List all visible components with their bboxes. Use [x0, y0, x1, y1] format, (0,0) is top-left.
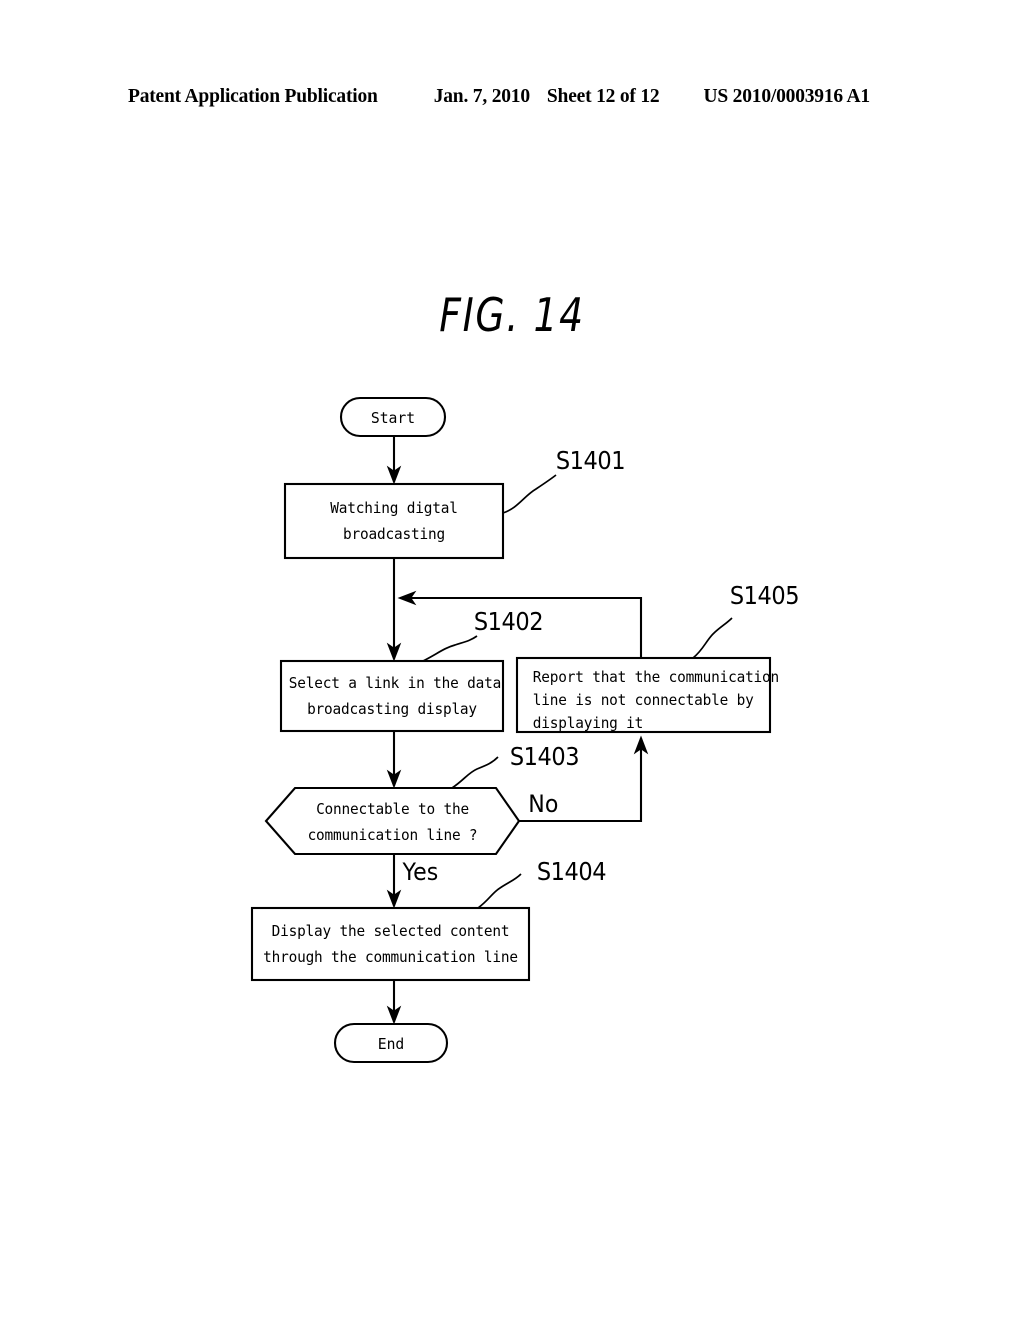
node-s1402-label-line1: Select a link in the data — [288, 674, 502, 692]
node-s1404-label-line1: Display the selected content — [271, 922, 510, 940]
step-label-s1401: S1401 — [555, 446, 626, 475]
branch-label-no: No — [528, 790, 559, 818]
leader-s1405 — [692, 617, 733, 659]
node-s1401-label-line1: Watching digtal — [330, 499, 458, 517]
node-s1403-label-line2: communication line ? — [307, 826, 478, 844]
patent-page: Patent Application Publication Jan. 7, 2… — [0, 0, 1024, 1320]
leader-s1402 — [422, 635, 478, 662]
step-label-s1403: S1403 — [509, 742, 580, 771]
node-s1405-label-line3: displaying it — [532, 714, 644, 732]
node-s1404-label-line2: through the communication line — [263, 948, 518, 966]
node-s1402-label-line2: broadcasting display — [307, 700, 477, 718]
node-start-label: Start — [370, 409, 416, 427]
flowchart-diagram — [250, 396, 772, 1064]
leader-s1403 — [451, 756, 499, 789]
step-label-s1402: S1402 — [473, 607, 544, 636]
step-label-s1405: S1405 — [729, 581, 800, 610]
node-s1403-label-line1: Connectable to the — [316, 800, 469, 818]
branch-label-yes: Yes — [402, 858, 439, 886]
node-s1401-label-line2: broadcasting — [343, 525, 445, 543]
leader-s1401 — [502, 474, 557, 514]
node-end-label: End — [377, 1035, 405, 1053]
step-label-s1404: S1404 — [536, 857, 607, 886]
leader-s1404 — [477, 873, 522, 909]
